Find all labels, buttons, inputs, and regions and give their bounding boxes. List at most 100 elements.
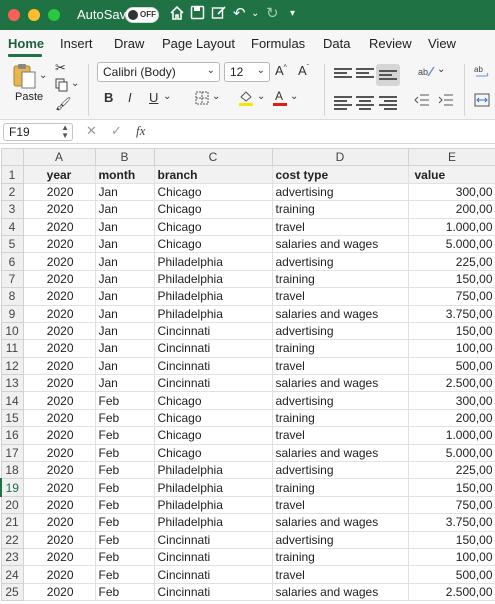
cell[interactable]: 2020 — [22, 461, 96, 480]
cell[interactable]: Jan — [94, 182, 155, 202]
cell[interactable]: 500,00 — [407, 356, 495, 376]
cell[interactable]: salaries and wages — [271, 234, 409, 254]
copy-options-chevron-icon[interactable]: ⌄ — [71, 78, 79, 89]
cell[interactable]: Feb — [94, 443, 155, 463]
cell[interactable]: Feb — [94, 478, 155, 497]
cell[interactable]: Philadelphia — [153, 269, 273, 289]
row-header[interactable]: 18 — [0, 461, 24, 480]
row-header[interactable]: 17 — [0, 443, 24, 463]
cell[interactable]: cost type — [271, 165, 409, 184]
cell[interactable]: Chicago — [153, 426, 273, 445]
cell[interactable]: Feb — [94, 547, 155, 567]
chevron-down-icon[interactable]: ⌄ — [251, 5, 259, 23]
cell[interactable]: Chicago — [153, 234, 273, 254]
cell[interactable]: Feb — [94, 530, 155, 549]
format-painter-icon[interactable]: 🖌 — [55, 96, 72, 112]
cell[interactable]: 2020 — [22, 565, 96, 584]
cell[interactable]: 2020 — [22, 513, 96, 532]
row-header[interactable]: 24 — [0, 565, 24, 584]
cell[interactable]: 2020 — [22, 547, 96, 567]
cell[interactable]: training — [271, 478, 409, 497]
cell[interactable]: Feb — [94, 513, 155, 532]
cell[interactable]: 2020 — [22, 217, 96, 236]
borders-chevron-icon[interactable]: ⌄ — [212, 91, 220, 102]
cell[interactable]: advertising — [271, 530, 409, 549]
row-header[interactable]: 14 — [0, 391, 24, 410]
cell[interactable]: training — [271, 339, 409, 358]
autosave-toggle[interactable]: OFF — [125, 7, 159, 23]
cell[interactable]: Feb — [94, 461, 155, 480]
cell[interactable]: 3.750,00 — [407, 513, 495, 532]
cell[interactable]: 150,00 — [407, 321, 495, 341]
cell[interactable]: Feb — [94, 426, 155, 445]
cell[interactable]: Feb — [94, 408, 155, 428]
customize-toolbar-icon[interactable]: ▾ — [290, 5, 295, 23]
redo-icon[interactable]: ↻ — [266, 5, 279, 23]
cell[interactable]: 300,00 — [407, 182, 495, 202]
cell[interactable]: month — [94, 165, 155, 184]
align-right-icon[interactable] — [379, 94, 397, 110]
cell[interactable]: Feb — [94, 582, 155, 602]
increase-font-size-icon[interactable]: A^ — [275, 63, 287, 78]
tab-home[interactable]: Home — [8, 36, 44, 51]
cell[interactable]: advertising — [271, 252, 409, 271]
cell[interactable]: 300,00 — [407, 391, 495, 410]
cell[interactable]: salaries and wages — [271, 513, 409, 532]
cell[interactable]: travel — [271, 217, 409, 236]
save-icon[interactable] — [190, 5, 205, 25]
cell[interactable]: 2.500,00 — [407, 582, 495, 602]
row-header[interactable]: 4 — [0, 217, 24, 236]
cell[interactable]: travel — [271, 356, 409, 376]
cell[interactable]: Philadelphia — [153, 252, 273, 271]
cell[interactable]: 2020 — [22, 582, 96, 602]
cell[interactable]: Jan — [94, 252, 155, 271]
cell[interactable]: 2020 — [22, 443, 96, 463]
cell[interactable]: advertising — [271, 391, 409, 410]
cell[interactable]: travel — [271, 495, 409, 515]
decrease-indent-icon[interactable] — [414, 93, 430, 110]
home-icon[interactable] — [169, 5, 185, 26]
cell[interactable]: 2020 — [22, 234, 96, 254]
cell[interactable]: Jan — [94, 374, 155, 393]
cell[interactable]: year — [22, 165, 96, 184]
cell[interactable]: training — [271, 269, 409, 289]
cell[interactable]: Cincinnati — [153, 530, 273, 549]
cell[interactable]: 150,00 — [407, 478, 495, 497]
cell[interactable]: training — [271, 547, 409, 567]
align-bottom-icon[interactable] — [379, 68, 397, 84]
row-header[interactable]: 15 — [0, 408, 24, 428]
row-header[interactable]: 9 — [0, 304, 24, 323]
row-header[interactable]: 23 — [0, 547, 24, 567]
tab-formulas[interactable]: Formulas — [251, 36, 305, 51]
cell[interactable]: 2020 — [22, 182, 96, 202]
row-header[interactable]: 1 — [0, 165, 24, 184]
cell[interactable]: Jan — [94, 304, 155, 323]
cell[interactable]: Jan — [94, 234, 155, 254]
underline-options-chevron-icon[interactable]: ⌄ — [163, 91, 171, 102]
cell[interactable]: Cincinnati — [153, 547, 273, 567]
cell[interactable]: 2020 — [22, 374, 96, 393]
orientation-icon[interactable]: ab — [418, 64, 436, 81]
cell[interactable]: 150,00 — [407, 269, 495, 289]
cell[interactable]: Chicago — [153, 182, 273, 202]
row-header[interactable]: 22 — [0, 530, 24, 549]
name-box[interactable]: F19 ▲ ▼ — [3, 123, 73, 141]
row-header[interactable]: 8 — [0, 287, 24, 306]
cell[interactable]: Cincinnati — [153, 374, 273, 393]
cell[interactable]: Cincinnati — [153, 321, 273, 341]
close-window-button[interactable] — [8, 9, 20, 21]
cell[interactable]: Feb — [94, 495, 155, 515]
cut-icon[interactable]: ✂ — [55, 60, 66, 76]
edit-icon[interactable] — [211, 5, 227, 25]
cell[interactable]: Chicago — [153, 200, 273, 219]
row-header[interactable]: 20 — [0, 495, 24, 515]
cell[interactable]: 2.500,00 — [407, 374, 495, 393]
row-header[interactable]: 19 — [0, 478, 24, 497]
cell[interactable]: 2020 — [22, 356, 96, 376]
align-top-icon[interactable] — [334, 66, 352, 82]
cell-table[interactable]: A B C D E 1 year month branch cost type … — [0, 147, 495, 602]
align-center-icon[interactable] — [356, 94, 374, 110]
column-header-a[interactable]: A — [22, 147, 96, 167]
cell[interactable]: 150,00 — [407, 530, 495, 549]
cell[interactable]: 225,00 — [407, 461, 495, 480]
